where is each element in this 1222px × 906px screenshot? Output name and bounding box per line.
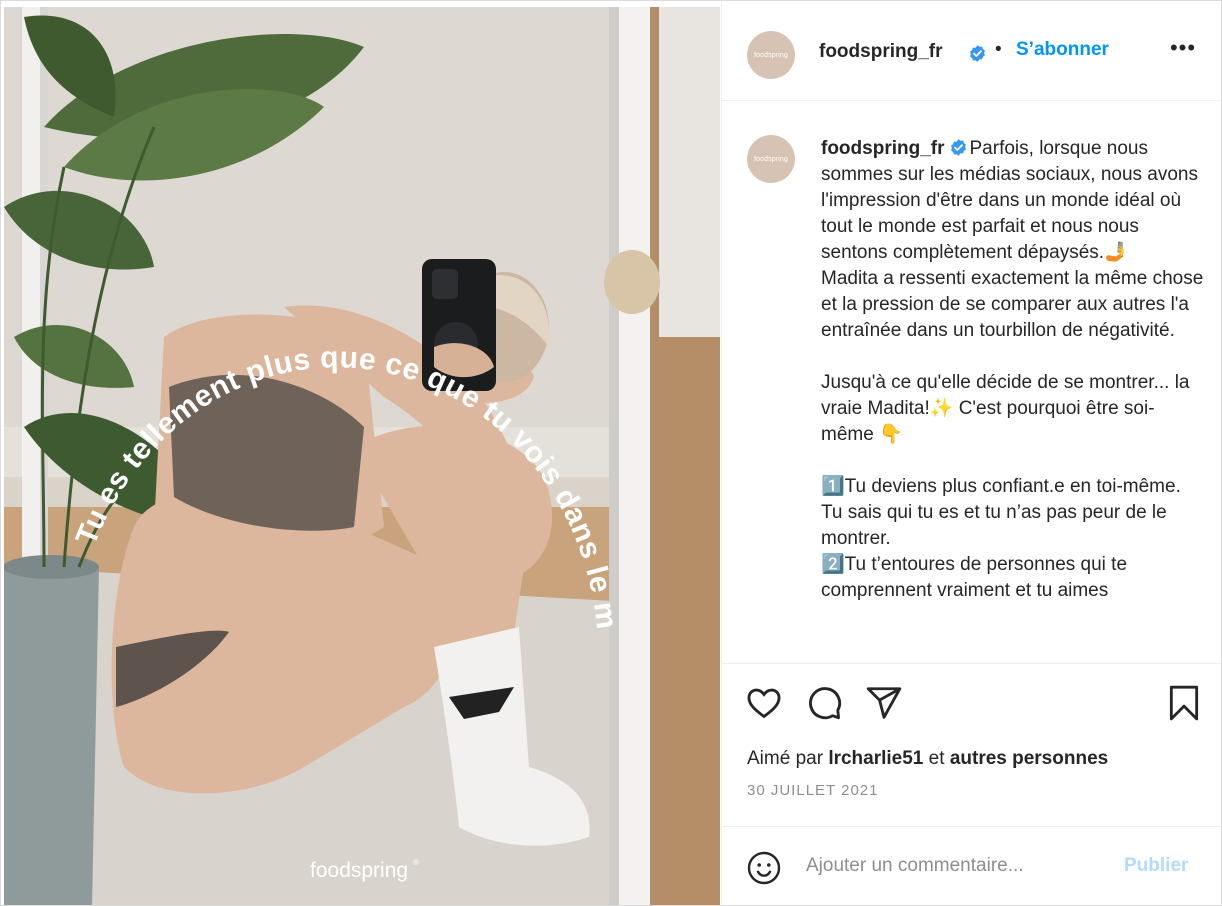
caption-username[interactable]: foodspring_fr xyxy=(821,138,945,159)
caption-text: Parfois, lorsque nous sommes sur les méd… xyxy=(821,138,1204,601)
comment-bar: Publier xyxy=(722,826,1221,905)
mirror-frame-right xyxy=(616,7,650,905)
follow-button[interactable]: S’abonner xyxy=(1016,39,1109,61)
header-separator: • xyxy=(995,39,1002,60)
likes-summary: Aimé par lrcharlie51 et autres personnes xyxy=(747,748,1108,770)
comment-input[interactable] xyxy=(806,851,1106,881)
emoji-icon[interactable] xyxy=(746,850,782,886)
post-image[interactable]: Tu es tellement plus que ce que tu vois … xyxy=(4,7,720,905)
instagram-post-modal: Tu es tellement plus que ce que tu vois … xyxy=(0,0,1222,906)
caption-avatar[interactable]: foodspring xyxy=(747,135,795,183)
caption-text-block: foodspring_fr Parfois, lorsque nous somme… xyxy=(821,136,1206,604)
post-date[interactable]: 30 JUILLET 2021 xyxy=(747,782,878,799)
avatar[interactable]: foodspring xyxy=(747,31,795,79)
caption-section: foodspring foodspring_fr Parfois, lorsque… xyxy=(722,101,1221,664)
bookmark-icon[interactable] xyxy=(1165,684,1203,722)
verified-icon xyxy=(970,45,985,62)
header-username[interactable]: foodspring_fr xyxy=(819,41,943,63)
likes-prefix: Aimé par xyxy=(747,748,824,769)
post-header: foodspring foodspring_fr • S’abonner ••• xyxy=(722,1,1221,101)
post-side-panel: foodspring foodspring_fr • S’abonner •••… xyxy=(721,1,1221,905)
image-watermark: foodspring xyxy=(310,859,408,882)
comment-icon[interactable] xyxy=(805,684,843,722)
action-bar xyxy=(722,664,1221,744)
heart-icon[interactable] xyxy=(745,684,783,722)
publish-button[interactable]: Publier xyxy=(1124,855,1188,877)
likes-conjunction: et xyxy=(928,748,945,769)
image-watermark-mark: ® xyxy=(413,858,419,867)
more-options-icon[interactable]: ••• xyxy=(1168,37,1198,63)
share-icon[interactable] xyxy=(865,684,903,722)
likes-others[interactable]: autres personnes xyxy=(950,748,1108,769)
likes-user[interactable]: lrcharlie51 xyxy=(828,748,923,769)
plant-pot xyxy=(4,567,99,905)
verified-icon xyxy=(950,139,966,156)
